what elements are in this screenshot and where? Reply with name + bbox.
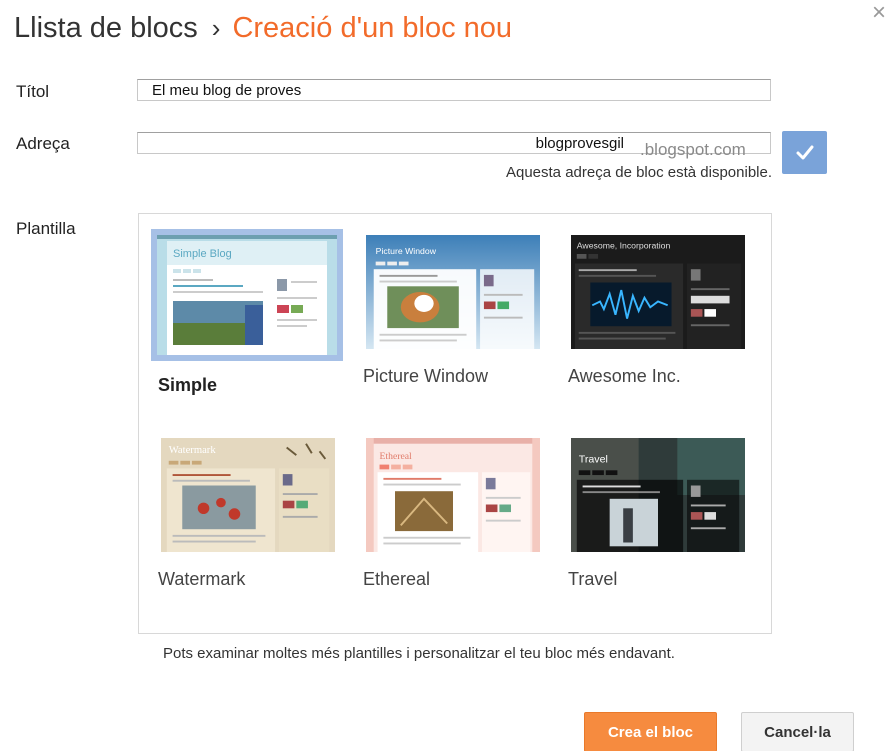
template-simple[interactable]: Simple Blog Simple bbox=[151, 229, 343, 396]
svg-text:Watermark: Watermark bbox=[169, 445, 217, 456]
templates-hint: Pots examinar moltes més plantilles i pe… bbox=[163, 645, 675, 662]
template-thumbnail-watermark: Watermark bbox=[158, 435, 338, 555]
template-awesome-inc[interactable]: Awesome, Incorporation Awesome Inc. bbox=[568, 232, 760, 387]
close-icon[interactable]: × bbox=[868, 1, 890, 25]
template-thumbnail-awesome-inc: Awesome, Incorporation bbox=[568, 232, 748, 352]
template-picture-window[interactable]: Picture Window Picture Window bbox=[363, 232, 555, 387]
breadcrumb-separator: › bbox=[211, 13, 221, 43]
template-thumbnail-ethereal: Ethereal bbox=[363, 435, 543, 555]
template-name: Watermark bbox=[158, 569, 246, 589]
template-name: Picture Window bbox=[363, 366, 489, 386]
template-name: Awesome Inc. bbox=[568, 366, 681, 386]
address-label: Adreça bbox=[16, 134, 70, 153]
create-blog-button[interactable]: Crea el bloc bbox=[584, 712, 717, 751]
svg-text:Travel: Travel bbox=[579, 454, 608, 466]
check-icon bbox=[796, 145, 813, 159]
svg-text:Ethereal: Ethereal bbox=[380, 451, 413, 462]
template-name: Ethereal bbox=[363, 569, 431, 589]
template-picker: Simple Blog Simple Picture Window Pictur… bbox=[138, 213, 772, 634]
availability-message: Aquesta adreça de bloc està disponible. bbox=[505, 164, 772, 181]
template-ethereal[interactable]: Ethereal Ethereal bbox=[363, 435, 555, 590]
breadcrumb: Llista de blocs › Creació d'un bloc nou bbox=[14, 12, 512, 52]
cancel-button[interactable]: Cancel·la bbox=[741, 712, 854, 751]
title-label: Títol bbox=[16, 82, 50, 101]
address-suffix: .blogspot.com bbox=[640, 140, 746, 159]
template-label: Plantilla bbox=[16, 219, 76, 238]
template-thumbnail-picture-window: Picture Window bbox=[363, 232, 543, 352]
page-title: Creació d'un bloc nou bbox=[232, 12, 513, 44]
template-name: Simple bbox=[158, 375, 218, 395]
svg-text:Simple Blog: Simple Blog bbox=[173, 248, 232, 260]
template-thumbnail-travel: Travel bbox=[568, 435, 748, 555]
template-travel[interactable]: Travel Travel bbox=[568, 435, 760, 590]
check-availability-button[interactable] bbox=[782, 131, 827, 174]
title-input[interactable] bbox=[137, 79, 771, 101]
template-thumbnail-simple: Simple Blog bbox=[151, 229, 343, 361]
template-watermark[interactable]: Watermark Watermark bbox=[158, 435, 350, 590]
svg-text:Awesome, Incorporation: Awesome, Incorporation bbox=[577, 240, 671, 250]
svg-text:Picture Window: Picture Window bbox=[376, 246, 437, 256]
template-name: Travel bbox=[568, 569, 618, 589]
breadcrumb-blog-list-link[interactable]: Llista de blocs bbox=[14, 12, 198, 45]
